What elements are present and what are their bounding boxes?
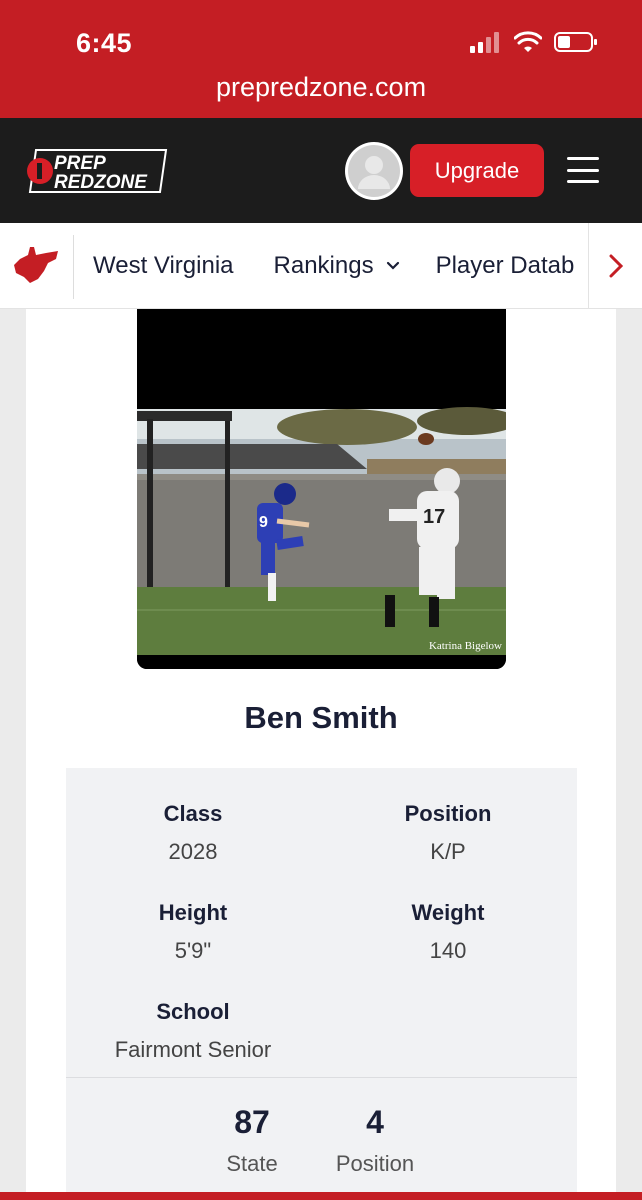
bottom-accent-bar (0, 1192, 642, 1200)
ranking-number: 4 (366, 1104, 384, 1140)
ranking-number: 87 (234, 1104, 270, 1140)
stat-value: 5'9" (174, 938, 212, 963)
url-bar[interactable]: prepredzone.com (0, 72, 642, 103)
user-avatar-icon[interactable] (344, 141, 404, 201)
status-icons (470, 31, 598, 53)
nav-item-label: Player Datab (435, 252, 575, 279)
stat-class: Class 2028 (113, 801, 273, 865)
logo-text-bottom: REDZONE (54, 172, 148, 193)
stat-value: K/P (430, 839, 466, 864)
site-header: PREP REDZONE (0, 118, 642, 223)
browser-top-bar: 6:45 prepredzone.com (0, 0, 642, 118)
ranking-state[interactable]: 87 State (202, 1104, 302, 1177)
stat-position: Position K/P (368, 801, 528, 865)
ranking-label: Position (335, 1151, 415, 1176)
stat-value: 140 (429, 938, 467, 963)
photo-credit: Katrina Bigelow (429, 640, 502, 652)
nav-item-label: Rankings (273, 252, 374, 279)
player-photo: 9 17 Katrina Bigelow (137, 309, 506, 669)
stats-divider (66, 1077, 577, 1078)
ranking-position[interactable]: 4 Position (320, 1104, 430, 1177)
svg-text:17: 17 (423, 506, 445, 528)
chevron-right-icon (609, 254, 623, 278)
stat-school: School Fairmont Senior (83, 999, 303, 1063)
signal-icon (470, 32, 499, 53)
stat-label: Weight (411, 900, 485, 925)
menu-icon[interactable] (567, 157, 599, 183)
football-action-image: 9 17 Katrina Bigelow (137, 309, 506, 669)
upgrade-button[interactable]: Upgrade (410, 144, 544, 197)
stat-label: Class (163, 801, 223, 826)
stat-value: 2028 (168, 839, 218, 864)
nav-items: West Virginia Rankings Player Datab (93, 223, 575, 308)
stat-height: Height 5'9" (113, 900, 273, 964)
west-virginia-map-icon[interactable] (12, 245, 60, 285)
chevron-down-icon (386, 261, 399, 270)
nav-item-player-database[interactable]: Player Datab (436, 252, 575, 280)
section-nav: West Virginia Rankings Player Datab (0, 223, 642, 309)
stat-label: Height (158, 900, 228, 925)
nav-item-rankings[interactable]: Rankings (274, 252, 400, 280)
nav-item-west-virginia[interactable]: West Virginia (93, 252, 234, 280)
stat-label: School (156, 999, 230, 1024)
status-time: 6:45 (76, 28, 133, 58)
svg-text:9: 9 (259, 514, 268, 531)
ranking-label: State (226, 1151, 278, 1176)
nav-divider (73, 235, 74, 299)
player-name: Ben Smith (244, 700, 398, 735)
battery-icon (554, 32, 597, 52)
nav-scroll-right-button[interactable] (588, 223, 642, 308)
wifi-icon (514, 31, 542, 52)
stat-weight: Weight 140 (368, 900, 528, 964)
stat-label: Position (404, 801, 492, 826)
nav-item-label: West Virginia (93, 252, 234, 279)
stat-value: Fairmont Senior (114, 1037, 272, 1062)
logo-text-top: PREP (54, 153, 106, 174)
football-icon (418, 433, 434, 445)
prep-redzone-logo[interactable]: PREP REDZONE (26, 146, 172, 196)
